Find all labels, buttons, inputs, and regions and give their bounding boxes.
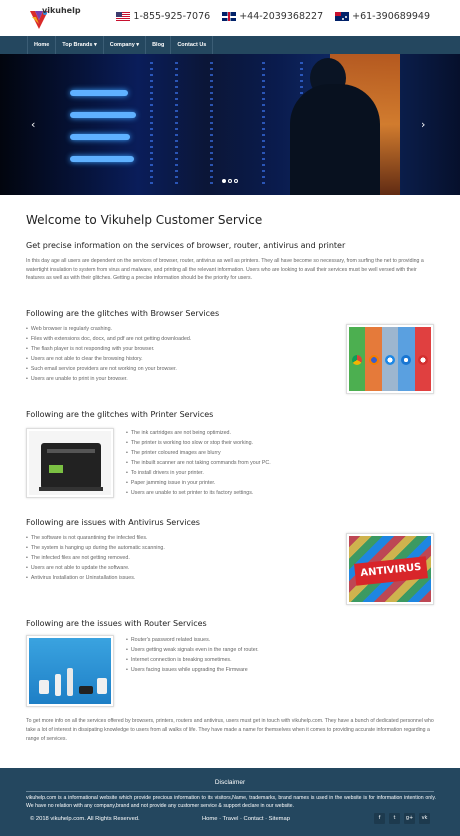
device-icon bbox=[55, 674, 61, 696]
phone-numbers: 1-855-925-7076 +44-2039368227 +61-390689… bbox=[116, 11, 430, 22]
social-links: f t g+ vk bbox=[374, 813, 430, 824]
list-item: Such email service providers are not wor… bbox=[26, 364, 326, 374]
browser-image bbox=[346, 324, 434, 394]
device-icon bbox=[39, 680, 49, 694]
phone-uk-number: +44-2039368227 bbox=[239, 11, 324, 22]
device-icon bbox=[97, 678, 107, 694]
router-device-icon bbox=[79, 686, 93, 694]
carousel-dot[interactable] bbox=[228, 179, 232, 183]
list-item: The software is not quarantining the inf… bbox=[26, 533, 326, 543]
carousel-dot[interactable] bbox=[222, 179, 226, 183]
footer-bottom: © 2018 vikuhelp.com. All Rights Reserved… bbox=[0, 813, 460, 836]
browser-issues-list: Web browser is regularly crashing. Files… bbox=[26, 324, 326, 384]
server-light-bar bbox=[70, 90, 128, 96]
intro-paragraph: In this day age all users are dependent … bbox=[26, 258, 424, 281]
opera-icon bbox=[417, 355, 428, 365]
carousel-dot[interactable] bbox=[234, 179, 238, 183]
us-flag-icon bbox=[116, 12, 131, 21]
list-item: The flash player is not responding with … bbox=[26, 344, 326, 354]
printer-tray bbox=[39, 487, 103, 491]
carousel-prev-icon[interactable]: ‹ bbox=[31, 118, 35, 131]
phone-us-number: 1-855-925-7076 bbox=[133, 11, 211, 22]
vk-icon[interactable]: vk bbox=[419, 813, 430, 824]
list-item: Users facing issues while upgrading the … bbox=[126, 665, 436, 675]
safari-icon bbox=[401, 355, 412, 365]
phone-us[interactable]: 1-855-925-7076 bbox=[116, 11, 210, 22]
list-item: Antivirus Installation or Uninstallation… bbox=[26, 573, 326, 583]
footer: Disclaimer vikuhelp.com is a information… bbox=[0, 768, 460, 836]
server-rack-light bbox=[210, 62, 213, 187]
antivirus-image: ANTIVIRUS bbox=[346, 533, 434, 605]
phone-au-number: +61-390689949 bbox=[352, 11, 430, 22]
printer-screen bbox=[49, 465, 63, 473]
google-plus-icon[interactable]: g+ bbox=[404, 813, 415, 824]
list-item: Paper jamming issue in your printer. bbox=[126, 478, 436, 488]
antivirus-heading: Following are issues with Antivirus Serv… bbox=[26, 518, 200, 527]
copyright: © 2018 vikuhelp.com. All Rights Reserved… bbox=[30, 816, 140, 822]
disclaimer-text: vikuhelp.com is a informational website … bbox=[26, 795, 436, 809]
au-flag-icon bbox=[335, 12, 350, 21]
printer-heading: Following are the glitches with Printer … bbox=[26, 410, 214, 419]
nav-top-brands[interactable]: Top Brands ▾ bbox=[56, 36, 104, 54]
list-item: Users are not able to update the softwar… bbox=[26, 563, 326, 573]
nav-company[interactable]: Company ▾ bbox=[104, 36, 147, 54]
uk-flag-icon bbox=[222, 12, 237, 21]
list-item: The printer is working too slow or stop … bbox=[126, 438, 436, 448]
list-item: Web browser is regularly crashing. bbox=[26, 324, 326, 334]
main-nav: Home Top Brands ▾ Company ▾ Blog Contact… bbox=[0, 36, 460, 54]
server-rack-light bbox=[175, 62, 178, 187]
disclaimer-title: Disclaimer bbox=[214, 779, 246, 786]
header: vikuhelp 1-855-925-7076 +44-2039368227 +… bbox=[0, 0, 460, 36]
page-title: Welcome to Vikuhelp Customer Service bbox=[26, 213, 263, 227]
firefox-icon bbox=[368, 355, 379, 365]
list-item: Users are unable to print in your browse… bbox=[26, 374, 326, 384]
printer-slot bbox=[47, 449, 95, 453]
list-item: Users are not able to clear the browsing… bbox=[26, 354, 326, 364]
facebook-icon[interactable]: f bbox=[374, 813, 385, 824]
outro-paragraph: To get more info on all the services off… bbox=[26, 718, 434, 742]
device-icon bbox=[67, 668, 73, 696]
list-item: Router's password related issues. bbox=[126, 635, 436, 645]
server-rack-light bbox=[150, 62, 153, 187]
hero-person bbox=[290, 84, 380, 195]
router-image bbox=[26, 635, 114, 707]
list-item: Users getting weak signals even in the r… bbox=[126, 645, 436, 655]
printer-image bbox=[26, 428, 114, 498]
server-light-bar bbox=[70, 134, 130, 140]
router-heading: Following are the issues with Router Ser… bbox=[26, 619, 207, 628]
brand-name: vikuhelp bbox=[42, 6, 81, 15]
twitter-icon[interactable]: t bbox=[389, 813, 400, 824]
server-rack-light bbox=[262, 62, 265, 187]
ie-icon bbox=[384, 355, 395, 365]
list-item: The system is hanging up during the auto… bbox=[26, 543, 326, 553]
printer-issues-list: The ink cartridges are not being optimiz… bbox=[126, 428, 436, 498]
list-item: The inbuilt scanner are not taking comma… bbox=[126, 458, 436, 468]
page-subtitle: Get precise information on the services … bbox=[26, 241, 346, 250]
carousel-dots bbox=[222, 179, 238, 183]
carousel-next-icon[interactable]: › bbox=[421, 118, 425, 131]
footer-divider bbox=[26, 791, 434, 792]
phone-au[interactable]: +61-390689949 bbox=[335, 11, 430, 22]
browser-logos bbox=[349, 355, 431, 365]
server-light-bar bbox=[70, 112, 136, 118]
list-item: The printer coloured images are blurry bbox=[126, 448, 436, 458]
phone-uk[interactable]: +44-2039368227 bbox=[222, 11, 323, 22]
chrome-icon bbox=[352, 355, 363, 365]
list-item: Files with extensions doc, docx, and pdf… bbox=[26, 334, 326, 344]
list-item: Users are unable to set printer to its f… bbox=[126, 488, 436, 498]
nav-home[interactable]: Home bbox=[27, 36, 57, 54]
browser-heading: Following are the glitches with Browser … bbox=[26, 309, 220, 318]
antivirus-issues-list: The software is not quarantining the inf… bbox=[26, 533, 326, 583]
list-item: The ink cartridges are not being optimiz… bbox=[126, 428, 436, 438]
nav-contact-us[interactable]: Contact Us bbox=[171, 36, 214, 54]
hero-carousel: ‹ › bbox=[0, 54, 460, 195]
server-light-bar bbox=[70, 156, 134, 162]
logo[interactable]: vikuhelp bbox=[28, 4, 88, 32]
list-item: To install drivers in your printer. bbox=[126, 468, 436, 478]
list-item: The infected files are not getting remov… bbox=[26, 553, 326, 563]
list-item: Internet connection is breaking sometime… bbox=[126, 655, 436, 665]
nav-blog[interactable]: Blog bbox=[146, 36, 172, 54]
router-issues-list: Router's password related issues. Users … bbox=[126, 635, 436, 675]
footer-links[interactable]: Home · Travel · Contact · Sitemap bbox=[202, 816, 290, 822]
